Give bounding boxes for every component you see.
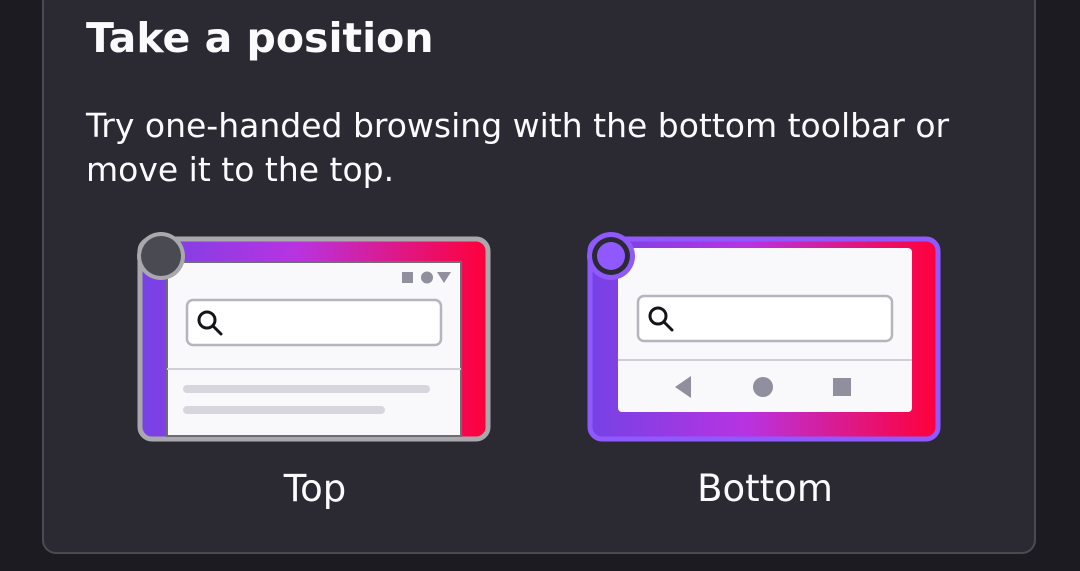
search-bar bbox=[636, 294, 894, 343]
card-description: Try one-handed browsing with the bottom … bbox=[86, 106, 950, 189]
toolbar-bottom-illustration bbox=[587, 232, 941, 442]
card-title: Take a position bbox=[86, 14, 434, 62]
search-bar bbox=[185, 298, 443, 347]
square-icon bbox=[402, 272, 413, 283]
recents-icon bbox=[833, 378, 851, 396]
circle-icon bbox=[421, 271, 433, 284]
home-icon bbox=[753, 377, 773, 397]
radio-top-unselected[interactable] bbox=[137, 232, 185, 280]
toolbar-top-option[interactable]: Top bbox=[130, 226, 500, 516]
radio-bottom-selected[interactable] bbox=[587, 232, 635, 280]
bottom-option-label: Bottom bbox=[697, 467, 833, 510]
toolbar-top-illustration bbox=[137, 232, 491, 442]
toolbar-bottom-option[interactable]: Bottom bbox=[580, 226, 950, 516]
top-option-label: Top bbox=[283, 467, 347, 510]
